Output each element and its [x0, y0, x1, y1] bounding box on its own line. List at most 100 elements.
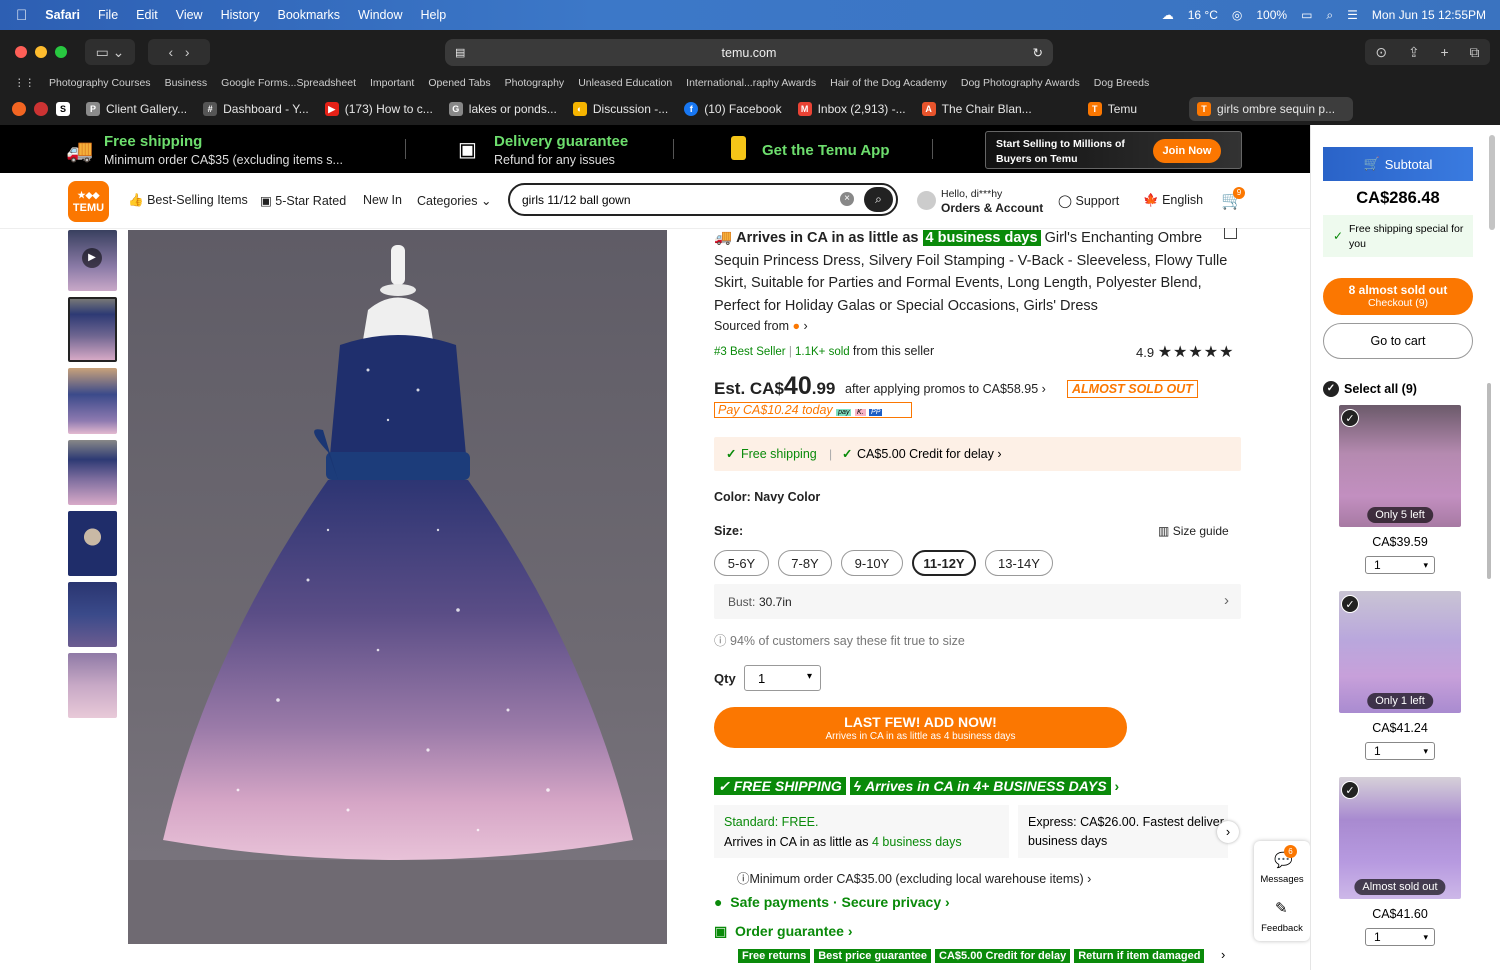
- cart-item-image[interactable]: ✓ Only 5 left: [1339, 405, 1461, 527]
- tab-inbox[interactable]: M Inbox (2,913) -...: [790, 97, 914, 121]
- join-now-button[interactable]: Join Now: [1153, 139, 1221, 163]
- weather-icon[interactable]: ☁: [1162, 8, 1174, 22]
- delivery-guarantee-title[interactable]: Delivery guarantee: [494, 133, 628, 150]
- search-spotlight-icon[interactable]: ⌕: [1326, 8, 1333, 23]
- order-guarantee-link[interactable]: ▣ Order guarantee ›: [714, 923, 853, 940]
- shipping-perks-bar[interactable]: ✓ Free shipping | ✓ CA$5.00 Credit for d…: [714, 437, 1241, 471]
- tab-temu[interactable]: T Temu: [1080, 97, 1145, 121]
- thumbnail[interactable]: [68, 440, 117, 505]
- bookmark-opened-tabs[interactable]: Opened Tabs: [428, 77, 490, 89]
- search-bar[interactable]: girls 11/12 ball gown × ⌕: [508, 183, 898, 216]
- bookmark-international-awards[interactable]: International...raphy Awards: [686, 77, 816, 89]
- size-option[interactable]: 13-14Y: [985, 550, 1053, 576]
- messages-label[interactable]: Messages: [1254, 874, 1310, 885]
- bookmark-photography[interactable]: Photography: [505, 77, 565, 89]
- bookmark-dog-breeds[interactable]: Dog Breeds: [1094, 77, 1149, 89]
- weather-text[interactable]: 16 °C: [1188, 8, 1218, 22]
- add-to-cart-button[interactable]: LAST FEW! ADD NOW! Arrives in CA in as l…: [714, 707, 1127, 748]
- search-input[interactable]: girls 11/12 ball gown: [522, 193, 631, 207]
- downloads-icon[interactable]: ⊙: [1375, 44, 1387, 61]
- nav-best-selling[interactable]: 👍 Best-Selling Items: [128, 193, 248, 208]
- cart-item-qty-select[interactable]: 1 ▾: [1365, 928, 1435, 946]
- pay-today-badge[interactable]: Pay CA$10.24 today pay K. PP: [714, 402, 912, 418]
- share-icon[interactable]: ⇪: [1408, 44, 1420, 61]
- bust-measurement-row[interactable]: Bust: 30.7in ›: [714, 584, 1241, 619]
- checkout-button[interactable]: 8 almost sold out Checkout (9): [1323, 278, 1473, 315]
- rating[interactable]: 4.9 ★★★★★: [1136, 342, 1234, 362]
- tab-facebook[interactable]: f (10) Facebook: [676, 97, 789, 121]
- feedback-icon[interactable]: ✎: [1275, 899, 1288, 917]
- menu-app-name[interactable]: Safari: [45, 8, 80, 22]
- size-option[interactable]: 5-6Y: [714, 550, 769, 576]
- next-shipping-option-button[interactable]: ›: [1217, 821, 1239, 843]
- size-guide-link[interactable]: ▥ Size guide: [1158, 524, 1229, 538]
- tab-discussion[interactable]: ◐ Discussion -...: [565, 97, 676, 121]
- pinned-tab-icon[interactable]: [12, 102, 26, 116]
- shipping-tags[interactable]: ✓ FREE SHIPPING ϟ Arrives in CA in 4+ BU…: [714, 777, 1119, 795]
- nav-categories[interactable]: Categories ⌄: [417, 193, 491, 208]
- feedback-label[interactable]: Feedback: [1254, 923, 1310, 934]
- battery-text[interactable]: 100%: [1256, 8, 1287, 22]
- cart-item-checkbox[interactable]: ✓: [1341, 409, 1359, 427]
- menu-help[interactable]: Help: [420, 8, 446, 22]
- menu-file[interactable]: File: [98, 8, 118, 22]
- menu-window[interactable]: Window: [358, 8, 402, 22]
- seller-promo[interactable]: Start Selling to Millions of Buyers on T…: [985, 131, 1242, 169]
- support-link[interactable]: ◯ Support: [1058, 193, 1119, 208]
- tab-girls-ombre-active[interactable]: Tgirls ombre sequin p...: [1189, 97, 1354, 121]
- get-app-label[interactable]: Get the Temu App: [762, 142, 890, 159]
- after-promos[interactable]: after applying promos to CA$58.95 ›: [845, 382, 1046, 396]
- language-selector[interactable]: 🍁 English: [1143, 193, 1203, 208]
- thumbnail-selected[interactable]: [68, 297, 117, 362]
- pinned-tab-icon[interactable]: S: [56, 102, 70, 116]
- nav-five-star[interactable]: ▣ 5-Star Rated: [260, 193, 346, 208]
- url-text[interactable]: temu.com: [722, 46, 777, 60]
- minimum-order-note[interactable]: ⓘMinimum order CA$35.00 (excluding local…: [737, 868, 1091, 887]
- bookmark-dog-photography-awards[interactable]: Dog Photography Awards: [961, 77, 1080, 89]
- standard-shipping-option[interactable]: Standard: FREE. Arrives in CA in as litt…: [714, 805, 1009, 858]
- battery-icon[interactable]: ▭: [1301, 8, 1312, 22]
- reload-icon[interactable]: ↻: [1033, 45, 1043, 60]
- quantity-select[interactable]: 1 ▾: [744, 665, 821, 691]
- pinned-tab-icon[interactable]: [34, 102, 48, 116]
- page-settings-icon[interactable]: ▤: [455, 46, 465, 59]
- cart-scrollbar[interactable]: [1487, 383, 1491, 579]
- size-option[interactable]: 7-8Y: [778, 550, 832, 576]
- tab-lakes[interactable]: Glakes or ponds...: [441, 97, 565, 121]
- cart-item-checkbox[interactable]: ✓: [1341, 595, 1359, 613]
- cart-item-image[interactable]: ✓ Almost sold out: [1339, 777, 1461, 899]
- bookmark-unleased-education[interactable]: Unleased Education: [578, 77, 672, 89]
- back-forward-buttons[interactable]: ‹ ›: [148, 39, 210, 65]
- menu-bookmarks[interactable]: Bookmarks: [277, 8, 340, 22]
- select-all-checkbox[interactable]: ✓ Select all (9): [1323, 381, 1417, 397]
- apple-menu-icon[interactable]: : [16, 7, 27, 24]
- avatar[interactable]: [917, 191, 936, 210]
- bookmark-business[interactable]: Business: [165, 77, 208, 89]
- sourced-from[interactable]: Sourced from ● ›: [714, 319, 808, 333]
- new-tab-icon[interactable]: +: [1441, 44, 1449, 60]
- zoom-window-button[interactable]: [55, 46, 67, 58]
- size-option[interactable]: 9-10Y: [841, 550, 903, 576]
- apps-grid-icon[interactable]: ⋮⋮: [14, 77, 35, 89]
- tab-overview-icon[interactable]: ⧉: [1470, 44, 1480, 61]
- go-to-cart-button[interactable]: Go to cart: [1323, 323, 1473, 359]
- express-shipping-option[interactable]: Express: CA$26.00. Fastest deliver busin…: [1018, 805, 1228, 858]
- share-product-icon[interactable]: [1224, 228, 1237, 239]
- close-window-button[interactable]: [15, 46, 27, 58]
- menubar-datetime[interactable]: Mon Jun 15 12:55PM: [1372, 8, 1486, 22]
- cart-item-qty-select[interactable]: 1 ▾: [1365, 742, 1435, 760]
- bookmark-photography-courses[interactable]: Photography Courses: [49, 77, 151, 89]
- tab-client-gallery[interactable]: P Client Gallery...: [78, 97, 195, 121]
- clear-search-icon[interactable]: ×: [840, 192, 854, 206]
- cart-item-qty-select[interactable]: 1 ▾: [1365, 556, 1435, 574]
- thumbnail[interactable]: [68, 582, 117, 647]
- bookmark-hair-of-the-dog[interactable]: Hair of the Dog Academy: [830, 77, 947, 89]
- thumbnail[interactable]: [68, 511, 117, 576]
- orders-account-link[interactable]: Orders & Account: [941, 201, 1043, 215]
- bookmark-google-forms[interactable]: Google Forms...Spreadsheet: [221, 77, 356, 89]
- seller-stats[interactable]: #3 Best Seller | 1.1K+ sold from this se…: [714, 344, 934, 358]
- wifi-status-icon[interactable]: ◎: [1232, 8, 1242, 22]
- search-button[interactable]: ⌕: [864, 187, 893, 212]
- menu-edit[interactable]: Edit: [136, 8, 158, 22]
- temu-logo[interactable]: ★◆◆ TEMU: [68, 181, 109, 222]
